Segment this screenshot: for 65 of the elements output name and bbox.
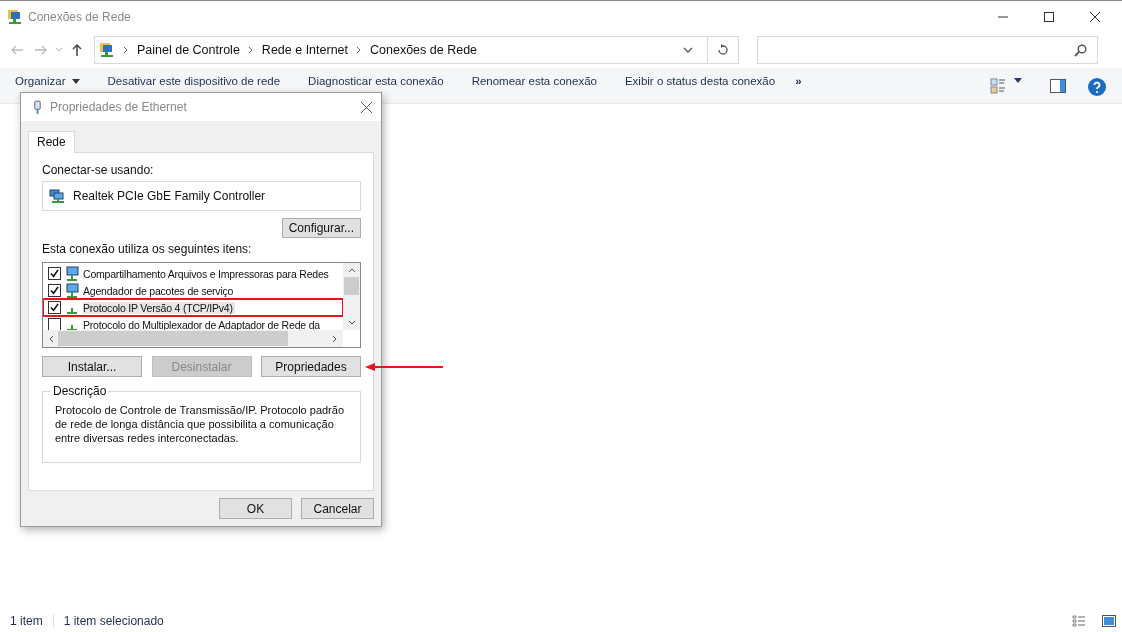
checkbox[interactable] bbox=[48, 284, 61, 297]
items-label: Esta conexão utiliza os seguintes itens: bbox=[42, 242, 253, 256]
description-text: Protocolo de Controle de Transmissão/IP. Protocolo padrão de rede de longa distância que possibilita a comunicação entre diversas redes interconectadas. bbox=[55, 403, 346, 445]
toolbar-button[interactable]: Organizar bbox=[15, 75, 80, 87]
list-item[interactable]: Agendador de pacotes de serviço bbox=[43, 282, 343, 299]
scroll-thumb[interactable] bbox=[58, 331, 288, 346]
maximize-icon[interactable] bbox=[1044, 11, 1054, 22]
item-count: 1 item bbox=[10, 614, 43, 628]
connect-label: Conectar-se usando: bbox=[42, 163, 155, 177]
search-icon bbox=[1074, 43, 1087, 57]
checkbox[interactable] bbox=[48, 301, 61, 314]
close-icon[interactable] bbox=[361, 101, 372, 113]
chevron-right-icon bbox=[356, 46, 363, 54]
network-folder-icon bbox=[99, 42, 115, 58]
vertical-scrollbar[interactable] bbox=[343, 263, 360, 330]
protocol-icon bbox=[67, 324, 77, 331]
view-options-icon[interactable] bbox=[990, 78, 1006, 94]
window-title: Conexões de Rede bbox=[28, 9, 131, 24]
toolbar-button[interactable]: Renomear esta conexão bbox=[471, 75, 597, 87]
help-icon[interactable] bbox=[1088, 78, 1106, 96]
details-view-icon[interactable] bbox=[1072, 615, 1086, 627]
horizontal-scrollbar[interactable] bbox=[43, 330, 343, 347]
chevron-right-icon bbox=[123, 46, 129, 54]
preview-pane-icon[interactable] bbox=[1050, 78, 1066, 94]
list-item[interactable]: Protocolo IP Versão 4 (TCP/IPv4) bbox=[43, 299, 343, 316]
dropdown-caret-icon[interactable] bbox=[1014, 78, 1022, 83]
toolbar-button[interactable]: Diagnosticar esta conexão bbox=[308, 75, 444, 87]
large-icons-view-icon[interactable] bbox=[1102, 615, 1116, 627]
network-service-icon bbox=[64, 282, 80, 299]
breadcrumb[interactable]: Rede e Internet bbox=[261, 43, 349, 57]
address-bar[interactable]: Painel de Controle Rede e Internet Conexões de Rede bbox=[94, 36, 739, 64]
network-adapter-icon bbox=[49, 188, 65, 204]
adapter-name: Realtek PCIe GbE Family Controller bbox=[73, 189, 266, 203]
more-commands-button[interactable]: » bbox=[795, 75, 802, 87]
checkbox[interactable] bbox=[48, 267, 61, 280]
ethernet-plug-icon bbox=[33, 99, 42, 115]
search-field[interactable] bbox=[757, 36, 1098, 64]
action-button[interactable]: Instalar... bbox=[42, 356, 142, 377]
dialog-button[interactable]: Cancelar bbox=[301, 498, 374, 519]
list-item[interactable]: Compartilhamento Arquivos e Impressoras para Redes bbox=[43, 265, 343, 282]
scroll-down-icon[interactable] bbox=[347, 320, 356, 326]
protocol-icon bbox=[67, 307, 77, 314]
chevron-down-icon[interactable] bbox=[683, 46, 693, 54]
selection-count: 1 item selecionado bbox=[63, 614, 164, 628]
network-folder-icon bbox=[7, 8, 23, 25]
scroll-left-icon[interactable] bbox=[48, 334, 54, 343]
description-title: Descrição bbox=[51, 384, 109, 398]
toolbar-button[interactable]: Desativar este dispositivo de rede bbox=[107, 75, 281, 87]
scroll-thumb[interactable] bbox=[344, 277, 359, 295]
up-arrow-icon[interactable] bbox=[70, 43, 84, 57]
tab[interactable]: Rede bbox=[28, 131, 75, 153]
action-button[interactable]: Propriedades bbox=[261, 356, 361, 377]
configure-button[interactable]: Configurar... bbox=[281, 218, 361, 238]
list-item[interactable]: Protocolo do Multiplexador de Adaptador de Rede da bbox=[43, 316, 343, 333]
dialog-title: Propriedades de Ethernet bbox=[50, 100, 187, 114]
chevron-right-icon bbox=[247, 46, 254, 54]
toolbar-button[interactable]: Exibir o status desta conexão bbox=[624, 75, 776, 87]
breadcrumb[interactable]: Conexões de Rede bbox=[370, 43, 478, 57]
breadcrumb[interactable]: Painel de Controle bbox=[137, 43, 240, 57]
refresh-icon bbox=[717, 44, 729, 56]
close-icon[interactable] bbox=[1090, 11, 1100, 22]
scroll-up-icon[interactable] bbox=[347, 267, 356, 273]
scroll-right-icon[interactable] bbox=[332, 334, 338, 343]
network-service-icon bbox=[64, 265, 80, 282]
dialog-button[interactable]: OK bbox=[219, 498, 292, 519]
